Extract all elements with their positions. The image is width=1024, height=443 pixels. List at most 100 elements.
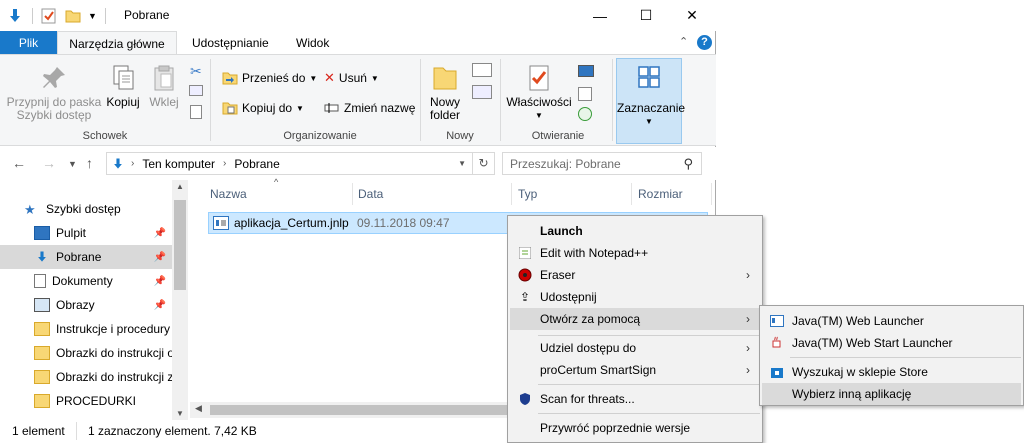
folder-icon (34, 394, 50, 408)
submenu-item-choose-app[interactable]: Wybierz inną aplikację (762, 383, 1021, 405)
tab-share[interactable]: Udostępnianie (180, 31, 281, 55)
address-bar[interactable]: › Ten komputer › Pobrane ▼ ↻ (106, 152, 495, 175)
column-header-date[interactable]: Data (358, 187, 383, 201)
paste-button[interactable]: Wklej (146, 63, 182, 109)
easy-access-icon[interactable] (472, 85, 492, 99)
new-item-icon[interactable] (472, 63, 492, 77)
nav-item-documents[interactable]: Dokumenty 📌 (0, 269, 172, 293)
collapse-ribbon-icon[interactable]: ⌃ (679, 35, 688, 48)
copy-to-button[interactable]: Kopiuj do ▼ (222, 98, 304, 118)
open-with-submenu: Java(TM) Web Launcher Java(TM) Web Start… (759, 305, 1024, 406)
move-to-button[interactable]: Przenieś do ▼ (222, 68, 317, 88)
rename-button[interactable]: Zmień nazwę (324, 98, 415, 118)
delete-button[interactable]: ✕ Usuń ▼ (324, 68, 379, 88)
menu-item-eraser[interactable]: Eraser › (510, 264, 760, 286)
column-divider[interactable] (631, 183, 632, 205)
menu-item-label: Udziel dostępu do (540, 341, 637, 355)
item-count: 1 element (12, 424, 65, 438)
nav-item-label: Dokumenty (52, 274, 113, 288)
menu-item-notepadpp[interactable]: Edit with Notepad++ (510, 242, 760, 264)
cut-icon[interactable]: ✂ (190, 63, 202, 80)
tab-home[interactable]: Narzędzia główne (57, 31, 177, 55)
nav-item-label: Pulpit (56, 226, 87, 240)
scroll-left-icon[interactable]: ◀ (195, 403, 202, 414)
nav-item-folder[interactable]: Obrazki do instrukcji z (0, 365, 172, 389)
download-arrow-icon[interactable] (6, 7, 24, 25)
column-divider[interactable] (511, 183, 512, 205)
menu-item-share[interactable]: ⇪ Udostępnij (510, 286, 760, 308)
open-icon[interactable] (578, 65, 594, 77)
tab-view[interactable]: Widok (284, 31, 341, 55)
pinned-icon: 📌 (153, 299, 166, 311)
customize-qa-dropdown-icon[interactable]: ▼ (88, 11, 97, 21)
submenu-item-label: Java(TM) Web Start Launcher (792, 336, 953, 350)
select-button[interactable]: Zaznaczanie ▼ (616, 58, 685, 144)
nav-item-downloads[interactable]: Pobrane 📌 (0, 245, 172, 269)
new-folder-button[interactable]: Nowy folder (424, 63, 466, 122)
pin-quick-access-button[interactable]: Przypnij do paska Szybki dostęp (6, 63, 102, 122)
scrollbar-thumb[interactable] (174, 200, 186, 290)
submenu-item-store[interactable]: Wyszukaj w sklepie Store (762, 361, 1021, 383)
edit-icon[interactable] (578, 87, 592, 101)
menu-item-give-access[interactable]: Udziel dostępu do › (510, 337, 760, 359)
help-icon[interactable]: ? (697, 35, 712, 50)
search-placeholder[interactable]: Przeszukaj: Pobrane (510, 157, 621, 171)
nav-item-pictures[interactable]: Obrazy 📌 (0, 293, 172, 317)
minimize-button[interactable]: — (577, 0, 623, 31)
submenu-item-java-web-start[interactable]: Java(TM) Web Start Launcher (762, 332, 1021, 354)
recent-locations-icon[interactable]: ▼ (68, 159, 77, 169)
properties-check-icon[interactable] (41, 8, 57, 24)
search-icon[interactable]: ⚲ (683, 156, 693, 172)
submenu-item-java-web-launcher[interactable]: Java(TM) Web Launcher (762, 310, 1021, 332)
scroll-up-icon[interactable]: ▲ (176, 182, 184, 191)
maximize-button[interactable]: ☐ (623, 0, 669, 31)
column-header-name[interactable]: Nazwa (210, 187, 247, 201)
close-button[interactable]: ✕ (669, 0, 715, 31)
history-icon[interactable] (578, 107, 592, 121)
refresh-icon[interactable]: ↻ (472, 153, 494, 174)
breadcrumb-this-pc[interactable]: Ten komputer (142, 157, 215, 171)
address-dropdown-icon[interactable]: ▼ (458, 159, 466, 168)
nav-item-quick-access[interactable]: ★ Szybki dostęp (0, 197, 172, 221)
submenu-item-label: Java(TM) Web Launcher (792, 314, 924, 328)
breadcrumb-chevron-icon[interactable]: › (223, 158, 226, 169)
breadcrumb-downloads[interactable]: Pobrane (234, 157, 279, 171)
nav-item-label: Szybki dostęp (46, 202, 121, 216)
back-arrow-icon[interactable]: ← (12, 155, 26, 171)
menu-item-launch[interactable]: Launch (510, 220, 760, 242)
up-arrow-icon[interactable]: ↑ (86, 155, 93, 171)
column-header-type[interactable]: Typ (518, 187, 537, 201)
navpane-scrollbar[interactable]: ▲ ▼ (172, 180, 188, 420)
nav-item-folder[interactable]: Instrukcje i procedury (0, 317, 172, 341)
copy-button[interactable]: Kopiuj (104, 63, 142, 109)
paste-shortcut-icon[interactable] (190, 105, 202, 119)
h-scrollbar-thumb[interactable] (210, 405, 510, 415)
column-header-size[interactable]: Rozmiar (638, 187, 683, 201)
column-divider[interactable] (352, 183, 353, 205)
nav-item-folder[interactable]: PROCEDURKI (0, 389, 172, 413)
menu-item-restore-versions[interactable]: Przywróć poprzednie wersje (510, 417, 760, 439)
menu-item-open-with[interactable]: Otwórz za pomocą › (510, 308, 760, 330)
pin-label-2: Szybki dostęp (16, 108, 92, 122)
copy-label: Kopiuj (106, 95, 140, 109)
breadcrumb-chevron-icon[interactable]: › (131, 158, 134, 169)
nav-item-desktop[interactable]: Pulpit 📌 (0, 221, 172, 245)
context-menu: Launch Edit with Notepad++ Eraser › ⇪ Ud… (507, 215, 763, 443)
nav-item-folder[interactable]: Obrazki do instrukcji o (0, 341, 172, 365)
qa-separator (32, 8, 33, 24)
menu-item-procertum[interactable]: proCertum SmartSign › (510, 359, 760, 381)
copy-path-icon[interactable] (189, 85, 203, 96)
menu-item-scan[interactable]: Scan for threats... (510, 388, 760, 410)
forward-arrow-icon[interactable]: → (42, 155, 56, 171)
scroll-down-icon[interactable]: ▼ (176, 409, 184, 418)
menu-item-label: Edit with Notepad++ (540, 246, 649, 260)
new-folder-icon[interactable] (65, 8, 81, 24)
properties-label: Właściwości (506, 95, 572, 109)
column-divider[interactable] (711, 183, 712, 205)
delete-x-icon: ✕ (324, 70, 335, 85)
star-icon: ★ (24, 202, 36, 217)
navigation-pane: ★ Szybki dostęp Pulpit 📌 Pobrane 📌 Dokum… (0, 180, 188, 420)
search-box[interactable]: Przeszukaj: Pobrane ⚲ (502, 152, 702, 175)
properties-button[interactable]: Właściwości ▼ (504, 63, 574, 122)
tab-file[interactable]: Plik (0, 31, 57, 55)
